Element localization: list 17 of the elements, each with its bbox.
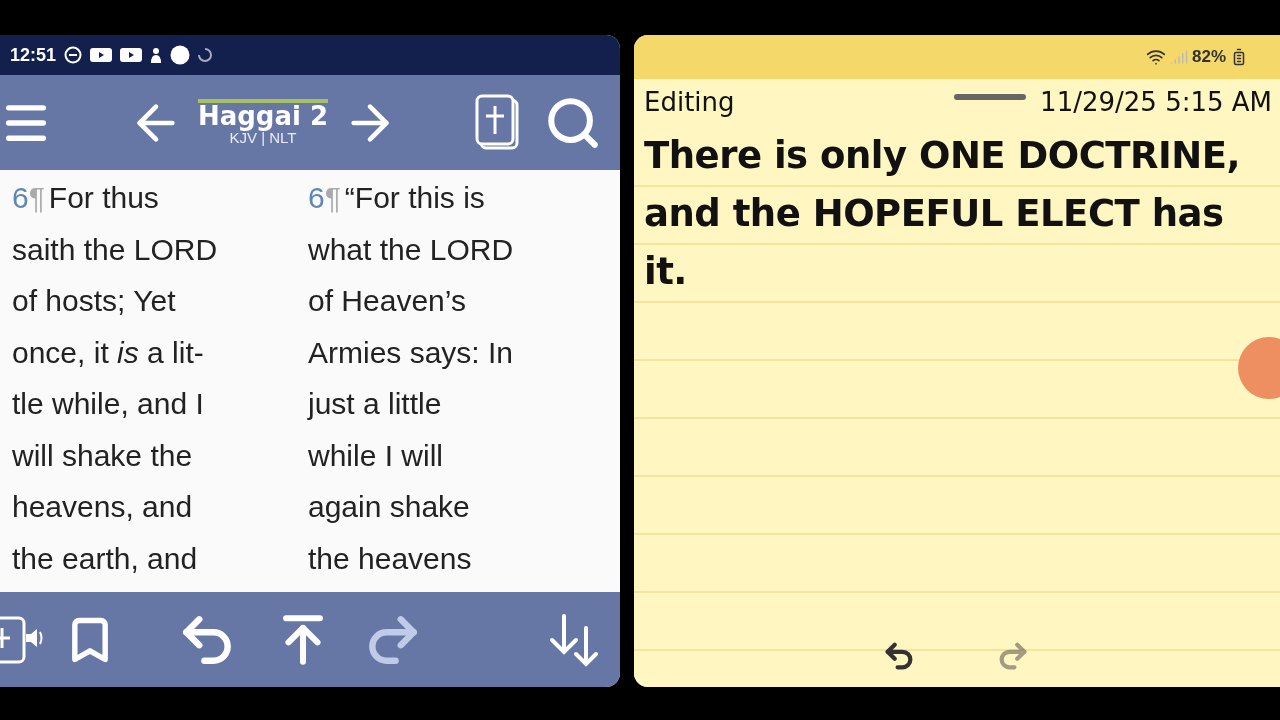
video-icon — [120, 48, 143, 62]
person-icon — [150, 47, 163, 63]
do-not-disturb-icon — [64, 46, 83, 64]
loading-icon — [198, 48, 213, 62]
bible-add-button[interactable] — [474, 93, 522, 152]
battery-percentage: 82% — [1191, 47, 1226, 67]
note-timestamp: 11/29/25 5:15 AM — [1040, 87, 1272, 117]
note-text[interactable]: There is only ONE DOCTRINE, and the HOPEFUL ELECT has it. — [644, 127, 1270, 301]
wifi-icon — [1145, 47, 1166, 67]
mode-label: Editing — [644, 87, 735, 117]
chapter-selector[interactable]: Haggai 2 KJV | NLT — [197, 99, 329, 146]
verse-text: 6¶“For this is what the LORD of Heaven’s Armies says: In just a little while I will again shake the heavens — [308, 180, 515, 577]
clock-time: 12:51 — [10, 44, 57, 66]
verse-text: 6¶For thus saith the LORD of hosts; Yet once, it is a lit- tle while, and I will shake the heavens, and the earth, and — [12, 180, 219, 577]
signal-icon — [1169, 48, 1188, 66]
video-icon — [90, 48, 113, 62]
drag-handle[interactable] — [954, 94, 1027, 100]
